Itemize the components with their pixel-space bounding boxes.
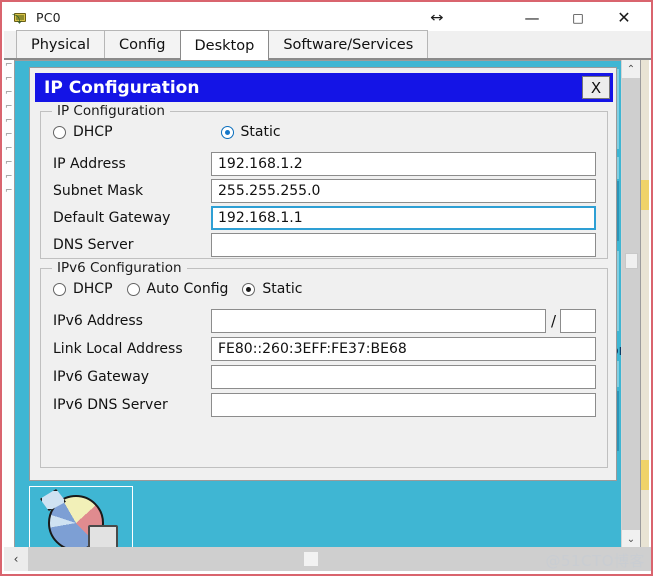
field-row-ipv6-address: IPv6 Address / [53,309,597,333]
tab-software-services[interactable]: Software/Services [268,30,429,58]
horizontal-scroll-thumb[interactable] [304,552,318,566]
label-ipv6-dns-server: IPv6 DNS Server [53,397,168,413]
bg-glyph: ⌐ [5,130,13,140]
field-row-ipv6-dns-server: IPv6 DNS Server [53,393,596,417]
radio-ipv6-auto-config[interactable] [126,282,140,296]
field-row-dns-server: DNS Server [53,233,596,257]
vertical-scroll-track[interactable] [622,78,640,530]
label-ip-address: IP Address [53,156,126,172]
tab-config[interactable]: Config [103,30,181,58]
ipv4-mode-radio-row: DHCP Static [53,124,281,140]
application-window: ⌐ ⌐ ⌐ ⌐ ⌐ ⌐ ⌐ ⌐ ⌐ ⌐ ⌐ ⌐ ⤵ PC0 ↔ — □ ✕ Ph… [0,0,653,576]
vertical-scroll-thumb[interactable] [625,253,638,269]
label-ipv6-gateway: IPv6 Gateway [53,369,150,385]
scroll-up-button[interactable]: ⌃ [622,60,640,78]
label-dns-server: DNS Server [53,237,134,253]
radio-ipv6-auto-config-label: Auto Config [146,281,229,297]
maximize-button[interactable]: □ [555,4,601,31]
bg-glyph: ⌐ [5,144,13,154]
field-row-default-gateway: Default Gateway 192.168.1.1 [53,206,596,230]
desktop-canvas: or · IP Configuration X IP Configuration… [14,60,641,548]
bg-glyph: ⌐ [5,74,13,84]
tab-strip: Physical Config Desktop Software/Service… [4,30,651,60]
ipv6-group-legend: IPv6 Configuration [52,260,187,276]
input-ipv6-address[interactable] [211,309,546,333]
window-title: PC0 [36,10,61,25]
input-ipv6-dns-server[interactable] [211,393,596,417]
field-row-link-local-address: Link Local Address FE80::260:3EFF:FE37:B… [53,337,596,361]
field-row-ipv6-gateway: IPv6 Gateway [53,365,596,389]
close-button[interactable]: ✕ [601,4,647,31]
input-default-gateway[interactable]: 192.168.1.1 [211,206,596,230]
radio-ipv4-dhcp-label: DHCP [73,124,113,140]
window-title-bar: ⤵ PC0 ↔ — □ ✕ [4,4,651,31]
document-badge-icon [88,525,118,547]
horizontal-scroll-track[interactable] [28,547,651,571]
dialog-title: IP Configuration [44,77,200,98]
field-row-subnet-mask: Subnet Mask 255.255.255.0 [53,179,596,203]
tab-physical[interactable]: Physical [16,30,105,58]
input-subnet-mask[interactable]: 255.255.255.0 [211,179,596,203]
dialog-title-bar: IP Configuration X [35,73,613,102]
horizontal-resize-icon: ↔ [430,9,444,26]
radio-ipv6-dhcp[interactable] [53,282,66,296]
field-row-ip-address: IP Address 192.168.1.2 [53,152,596,176]
radio-ipv4-static[interactable] [220,125,234,139]
label-default-gateway: Default Gateway [53,210,171,226]
pc-device-icon: ⤵ [12,10,29,26]
label-ipv6-address: IPv6 Address [53,313,143,329]
ipv4-group-legend: IP Configuration [52,103,170,119]
input-ipv6-prefix-length[interactable] [560,309,597,333]
pie-chart-icon[interactable] [29,486,133,547]
label-subnet-mask: Subnet Mask [53,183,144,199]
bg-glyph: ⌐ [5,186,13,196]
bg-glyph: ⌐ [5,158,13,168]
bg-glyph: ⌐ [5,88,13,98]
radio-ipv4-static-label: Static [240,124,281,140]
ipv6-prefix-separator: / [551,312,557,330]
label-link-local-address: Link Local Address [53,341,183,357]
ipv6-configuration-group: IPv6 Configuration DHCP Auto Config Stat… [40,260,608,468]
ipv6-mode-radio-row: DHCP Auto Config Static [53,281,302,297]
input-dns-server[interactable] [211,233,596,257]
radio-ipv6-static[interactable] [242,282,256,296]
ipv4-configuration-group: IP Configuration DHCP Static IP Address … [40,103,608,259]
ip-configuration-dialog: IP Configuration X IP Configuration DHCP… [29,67,617,481]
radio-ipv6-static-label: Static [262,281,303,297]
bg-glyph: ⌐ [5,60,13,70]
dialog-close-button[interactable]: X [582,76,610,99]
bg-glyph: ⌐ [5,116,13,126]
background-canvas-left-bleed: ⌐ ⌐ ⌐ ⌐ ⌐ ⌐ ⌐ ⌐ ⌐ ⌐ ⌐ ⌐ [4,30,14,548]
minimize-button[interactable]: — [509,4,555,31]
input-ip-address[interactable]: 192.168.1.2 [211,152,596,176]
input-link-local-address[interactable]: FE80::260:3EFF:FE37:BE68 [211,337,596,361]
input-ipv6-gateway[interactable] [211,365,596,389]
radio-ipv6-dhcp-label: DHCP [73,281,113,297]
tab-desktop[interactable]: Desktop [179,30,270,60]
horizontal-scrollbar[interactable]: ‹ [4,547,651,571]
bg-glyph: ⌐ [5,172,13,182]
vertical-scrollbar[interactable]: ⌃ ⌄ [621,60,640,548]
radio-ipv4-dhcp[interactable] [53,125,66,139]
scroll-left-button[interactable]: ‹ [4,547,28,571]
scroll-down-button[interactable]: ⌄ [622,530,640,548]
bg-glyph: ⌐ [5,102,13,112]
